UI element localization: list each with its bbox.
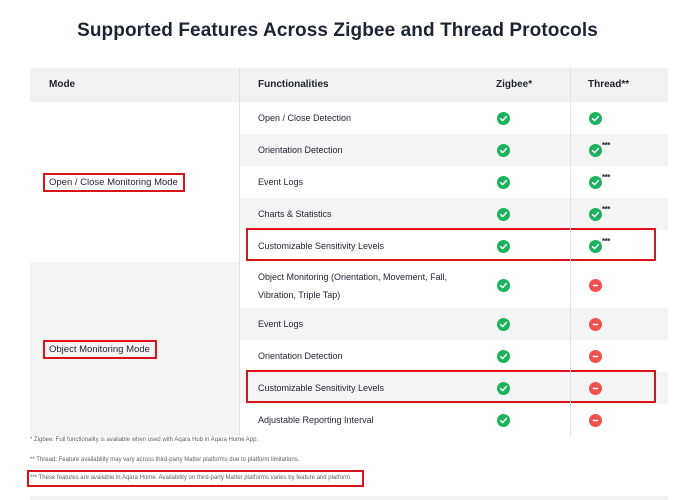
check-circle-icon — [497, 317, 510, 331]
minus-circle-icon — [589, 381, 602, 395]
feature-name: Adjustable Reporting Interval — [258, 415, 374, 425]
feature-name: Customizable Sensitivity Levels — [258, 383, 385, 393]
thread-note-marker: *** — [602, 172, 610, 182]
table-row: Orientation Detection — [239, 134, 668, 166]
footnote: ** Thread: Feature availability may vary… — [30, 457, 300, 463]
check-circle-icon — [589, 239, 602, 253]
check-circle-icon — [497, 349, 510, 363]
table-row: Customizable Sensitivity Levels — [239, 372, 668, 404]
check-circle-icon — [589, 111, 602, 125]
check-circle-icon — [589, 175, 602, 189]
column-divider — [239, 68, 240, 436]
header-zigbee: Zigbee* — [496, 79, 533, 90]
table-row: Event Logs — [239, 166, 668, 198]
table-row: Event Logs — [239, 308, 668, 340]
thread-note-marker: *** — [602, 140, 610, 150]
check-circle-icon — [589, 207, 602, 221]
check-circle-icon — [497, 207, 510, 221]
column-divider — [570, 68, 571, 436]
table-row: Charts & Statistics — [239, 198, 668, 230]
features-table: Mode Functionalities Zigbee* Thread** Op… — [30, 68, 668, 436]
header-functionalities: Functionalities — [258, 79, 329, 90]
minus-circle-icon — [589, 278, 602, 292]
check-circle-icon — [497, 278, 510, 292]
mode-label: Open / Close Monitoring Mode — [43, 173, 185, 192]
table-row: Adjustable Reporting Interval — [239, 404, 668, 436]
footnote-highlight-box — [27, 470, 364, 487]
check-circle-icon — [497, 413, 510, 427]
feature-name: Open / Close Detection — [258, 113, 352, 123]
feature-name: Charts & Statistics — [258, 209, 332, 219]
check-circle-icon — [497, 143, 510, 157]
mode-label: Object Monitoring Mode — [43, 340, 157, 359]
feature-name: Customizable Sensitivity Levels — [258, 241, 385, 251]
feature-name: Orientation Detection — [258, 351, 343, 361]
thread-note-marker: *** — [602, 236, 610, 246]
minus-circle-icon — [589, 413, 602, 427]
feature-name: Event Logs — [258, 319, 304, 329]
table-row: Open / Close Detection — [239, 102, 668, 134]
header-mode: Mode — [49, 79, 76, 90]
table-header: Mode Functionalities Zigbee* Thread** — [30, 68, 668, 102]
page-title: Supported Features Across Zigbee and Thr… — [77, 20, 598, 41]
feature-name: Event Logs — [258, 177, 304, 187]
footnote: * Zigbee: Full functionality is availabl… — [30, 437, 259, 443]
header-thread: Thread** — [588, 79, 630, 90]
table-row: Orientation Detection — [239, 340, 668, 372]
minus-circle-icon — [589, 349, 602, 363]
minus-circle-icon — [589, 317, 602, 331]
feature-name: Orientation Detection — [258, 145, 343, 155]
check-circle-icon — [589, 143, 602, 157]
table-row: Customizable Sensitivity Levels — [239, 230, 668, 262]
check-circle-icon — [497, 111, 510, 125]
feature-name: Object Monitoring (Orientation, Movement… — [258, 272, 448, 300]
thread-note-marker: *** — [602, 204, 610, 214]
table-row: Object Monitoring (Orientation, Movement… — [239, 262, 668, 308]
check-circle-icon — [497, 239, 510, 253]
check-circle-icon — [497, 381, 510, 395]
check-circle-icon — [497, 175, 510, 189]
bottom-rule — [30, 496, 668, 500]
